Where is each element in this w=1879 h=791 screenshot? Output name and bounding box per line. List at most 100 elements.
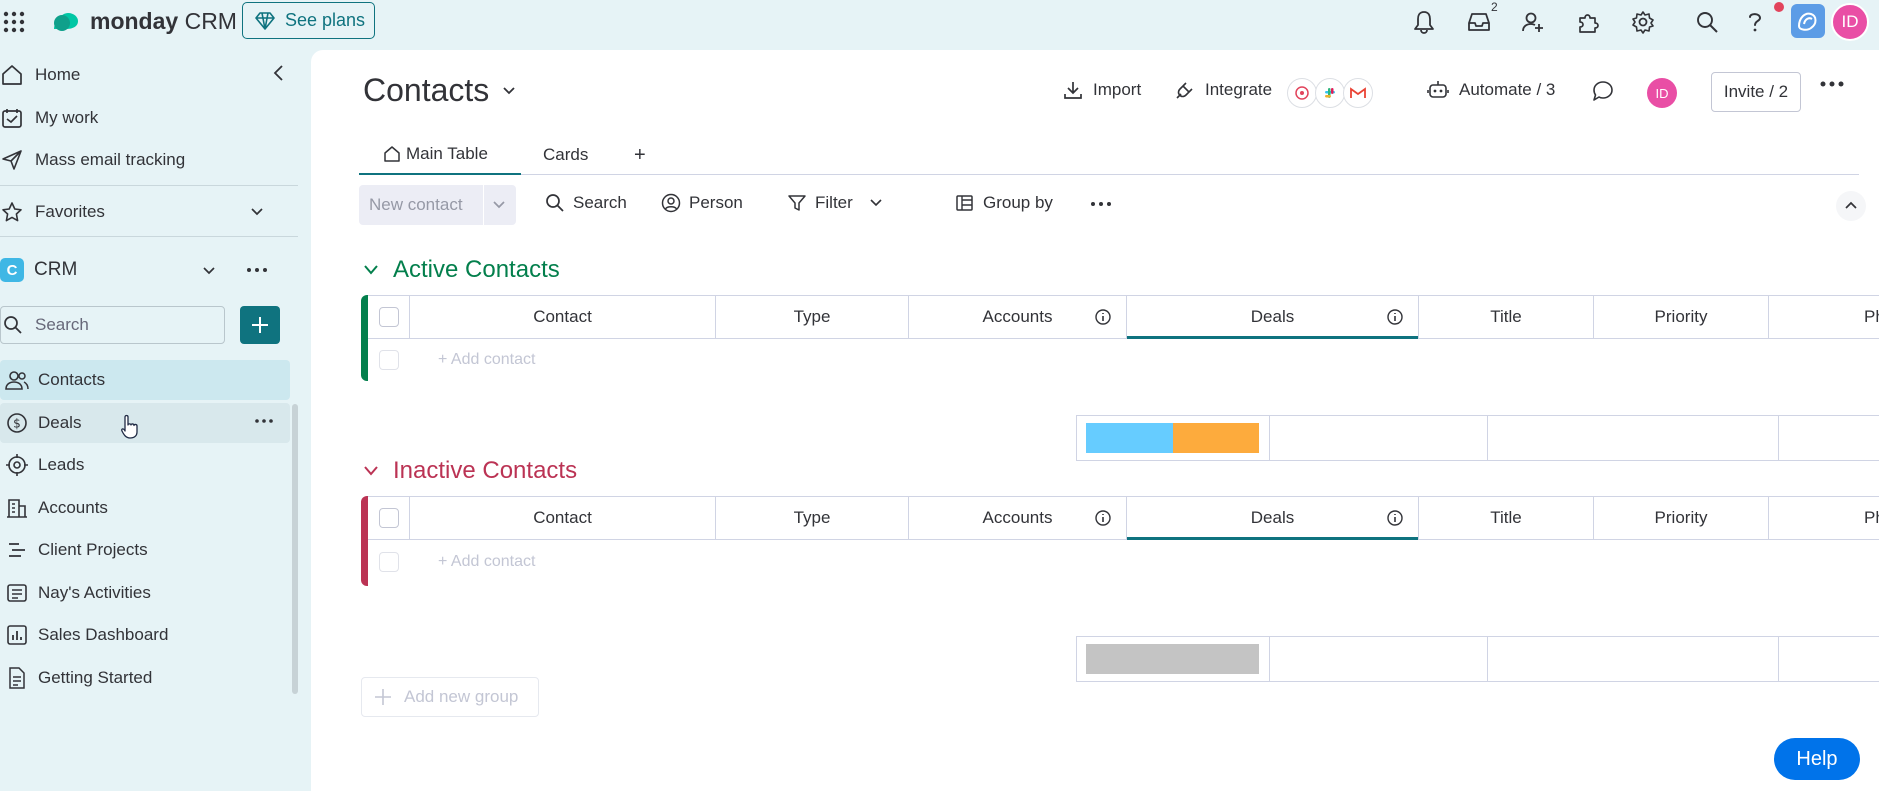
- star-icon: [0, 200, 24, 224]
- column-header-title[interactable]: Title: [1419, 296, 1594, 338]
- sidebar-scrollbar[interactable]: [292, 404, 298, 694]
- info-icon[interactable]: [1094, 509, 1112, 527]
- integrate-button[interactable]: Integrate: [1175, 80, 1272, 100]
- invite-members-icon[interactable]: [1519, 8, 1547, 36]
- toolbar-more-icon[interactable]: [1090, 201, 1120, 207]
- column-header-accounts[interactable]: Accounts: [909, 296, 1127, 338]
- group-title-inactive[interactable]: Inactive Contacts: [363, 457, 577, 485]
- updates-chat-icon[interactable]: [1592, 80, 1624, 102]
- column-header-type[interactable]: Type: [716, 296, 909, 338]
- settings-gear-icon[interactable]: [1629, 8, 1657, 36]
- deals-icon: $: [4, 412, 30, 434]
- chevron-down-icon[interactable]: [363, 465, 379, 477]
- info-icon[interactable]: [1386, 509, 1404, 527]
- tab-label: +: [634, 143, 646, 166]
- import-button[interactable]: Import: [1063, 80, 1141, 100]
- sidebar-item-leads[interactable]: Leads: [0, 445, 290, 485]
- add-contact-row[interactable]: + Add contact: [368, 339, 1879, 381]
- add-item-button[interactable]: [240, 306, 280, 344]
- sidebar-item-accounts[interactable]: Accounts: [0, 488, 290, 528]
- group-by-label: Group by: [983, 193, 1053, 212]
- tab-label: Main Table: [406, 144, 488, 163]
- sidebar-search-input[interactable]: Search: [0, 306, 225, 344]
- sidebar-item-activities[interactable]: Nay's Activities: [0, 573, 290, 613]
- sidebar-item-mass-email[interactable]: Mass email tracking: [0, 147, 185, 173]
- apps-grid-icon[interactable]: [2, 10, 26, 34]
- type-summary-cell[interactable]: [1077, 637, 1270, 681]
- add-contact-row[interactable]: + Add contact: [368, 541, 1879, 583]
- home-icon: [0, 63, 24, 87]
- column-header-deals[interactable]: Deals: [1127, 296, 1419, 339]
- item-more-icon[interactable]: [254, 413, 274, 429]
- person-filter-button[interactable]: Person: [661, 193, 743, 213]
- group-by-button[interactable]: Group by: [955, 193, 1053, 213]
- board-member-avatar[interactable]: ID: [1647, 78, 1677, 108]
- tab-label: Cards: [543, 145, 589, 164]
- see-plans-button[interactable]: See plans: [242, 2, 375, 39]
- robot-icon: [1427, 81, 1449, 98]
- search-icon[interactable]: [1693, 8, 1721, 36]
- column-header-type[interactable]: Type: [716, 497, 909, 539]
- chevron-down-icon[interactable]: [492, 199, 506, 211]
- deals-summary-cell: [1488, 637, 1780, 681]
- column-header-priority[interactable]: Priority: [1594, 497, 1769, 539]
- board-title[interactable]: Contacts: [363, 72, 517, 109]
- board-more-icon[interactable]: [1820, 80, 1844, 88]
- sidebar-item-home[interactable]: Home: [0, 62, 80, 88]
- chevron-down-icon[interactable]: [363, 264, 379, 276]
- integration-apps[interactable]: [1287, 78, 1373, 108]
- invite-button[interactable]: Invite / 2: [1711, 72, 1801, 112]
- notifications-bell-icon[interactable]: [1410, 8, 1438, 36]
- search-button[interactable]: Search: [545, 193, 627, 213]
- chevron-down-icon[interactable]: [869, 197, 883, 209]
- deals-underline: [1127, 537, 1418, 540]
- column-header-contact[interactable]: Contact: [410, 497, 716, 539]
- column-header-title[interactable]: Title: [1419, 497, 1594, 539]
- monday-crm-logo[interactable]: monday CRM: [48, 8, 237, 34]
- sidebar-item-my-work[interactable]: My work: [0, 105, 98, 131]
- tab-cards[interactable]: Cards: [543, 135, 588, 175]
- summary-bar-segment: [1086, 423, 1173, 453]
- deals-summary-cell: [1488, 416, 1780, 460]
- collapse-header-button[interactable]: [1836, 191, 1866, 221]
- help-button[interactable]: Help: [1774, 738, 1860, 780]
- sidebar-item-client-projects[interactable]: Client Projects: [0, 530, 290, 570]
- column-header-accounts[interactable]: Accounts: [909, 497, 1127, 539]
- add-view-button[interactable]: +: [634, 135, 646, 175]
- automate-button[interactable]: Automate / 3: [1427, 80, 1555, 100]
- projects-icon: [4, 539, 30, 561]
- info-icon[interactable]: [1386, 308, 1404, 326]
- row-checkbox[interactable]: [379, 350, 399, 370]
- diamond-icon: [255, 11, 275, 30]
- help-question-icon[interactable]: [1741, 8, 1769, 36]
- column-header-priority[interactable]: Priority: [1594, 296, 1769, 338]
- sidebar-favorites[interactable]: Favorites: [0, 197, 275, 227]
- sidebar-item-getting-started[interactable]: Getting Started: [0, 658, 290, 698]
- column-header-deals[interactable]: Deals: [1127, 497, 1419, 540]
- add-new-group-button[interactable]: Add new group: [361, 677, 539, 717]
- user-avatar[interactable]: ID: [1831, 3, 1869, 41]
- new-contact-button[interactable]: New contact: [359, 185, 516, 225]
- select-all-checkbox[interactable]: [378, 307, 399, 327]
- sidebar-item-deals[interactable]: $ Deals: [0, 403, 290, 443]
- info-icon[interactable]: [1094, 308, 1112, 326]
- type-summary-cell[interactable]: [1077, 416, 1270, 460]
- sidebar-item-contacts[interactable]: Contacts: [0, 360, 290, 400]
- workspace-more-icon[interactable]: [246, 262, 268, 278]
- collapse-sidebar-button[interactable]: [268, 62, 290, 84]
- my-work-icon: [0, 106, 24, 130]
- column-header-phone[interactable]: Pho: [1769, 497, 1879, 539]
- column-header-contact[interactable]: Contact: [410, 296, 716, 338]
- product-switcher-icon[interactable]: [1791, 4, 1825, 38]
- workspace-selector[interactable]: C CRM: [0, 255, 280, 285]
- apps-marketplace-icon[interactable]: [1574, 8, 1602, 36]
- tab-main-table[interactable]: Main Table: [359, 135, 521, 175]
- select-all-checkbox[interactable]: [378, 508, 399, 528]
- inbox-icon[interactable]: [1465, 8, 1493, 36]
- group-title-active[interactable]: Active Contacts: [363, 256, 560, 284]
- filter-button[interactable]: Filter: [787, 193, 883, 213]
- group-by-icon: [956, 195, 973, 211]
- column-header-phone[interactable]: Pho: [1769, 296, 1879, 338]
- sidebar-item-sales-dashboard[interactable]: Sales Dashboard: [0, 615, 290, 655]
- row-checkbox[interactable]: [379, 552, 399, 572]
